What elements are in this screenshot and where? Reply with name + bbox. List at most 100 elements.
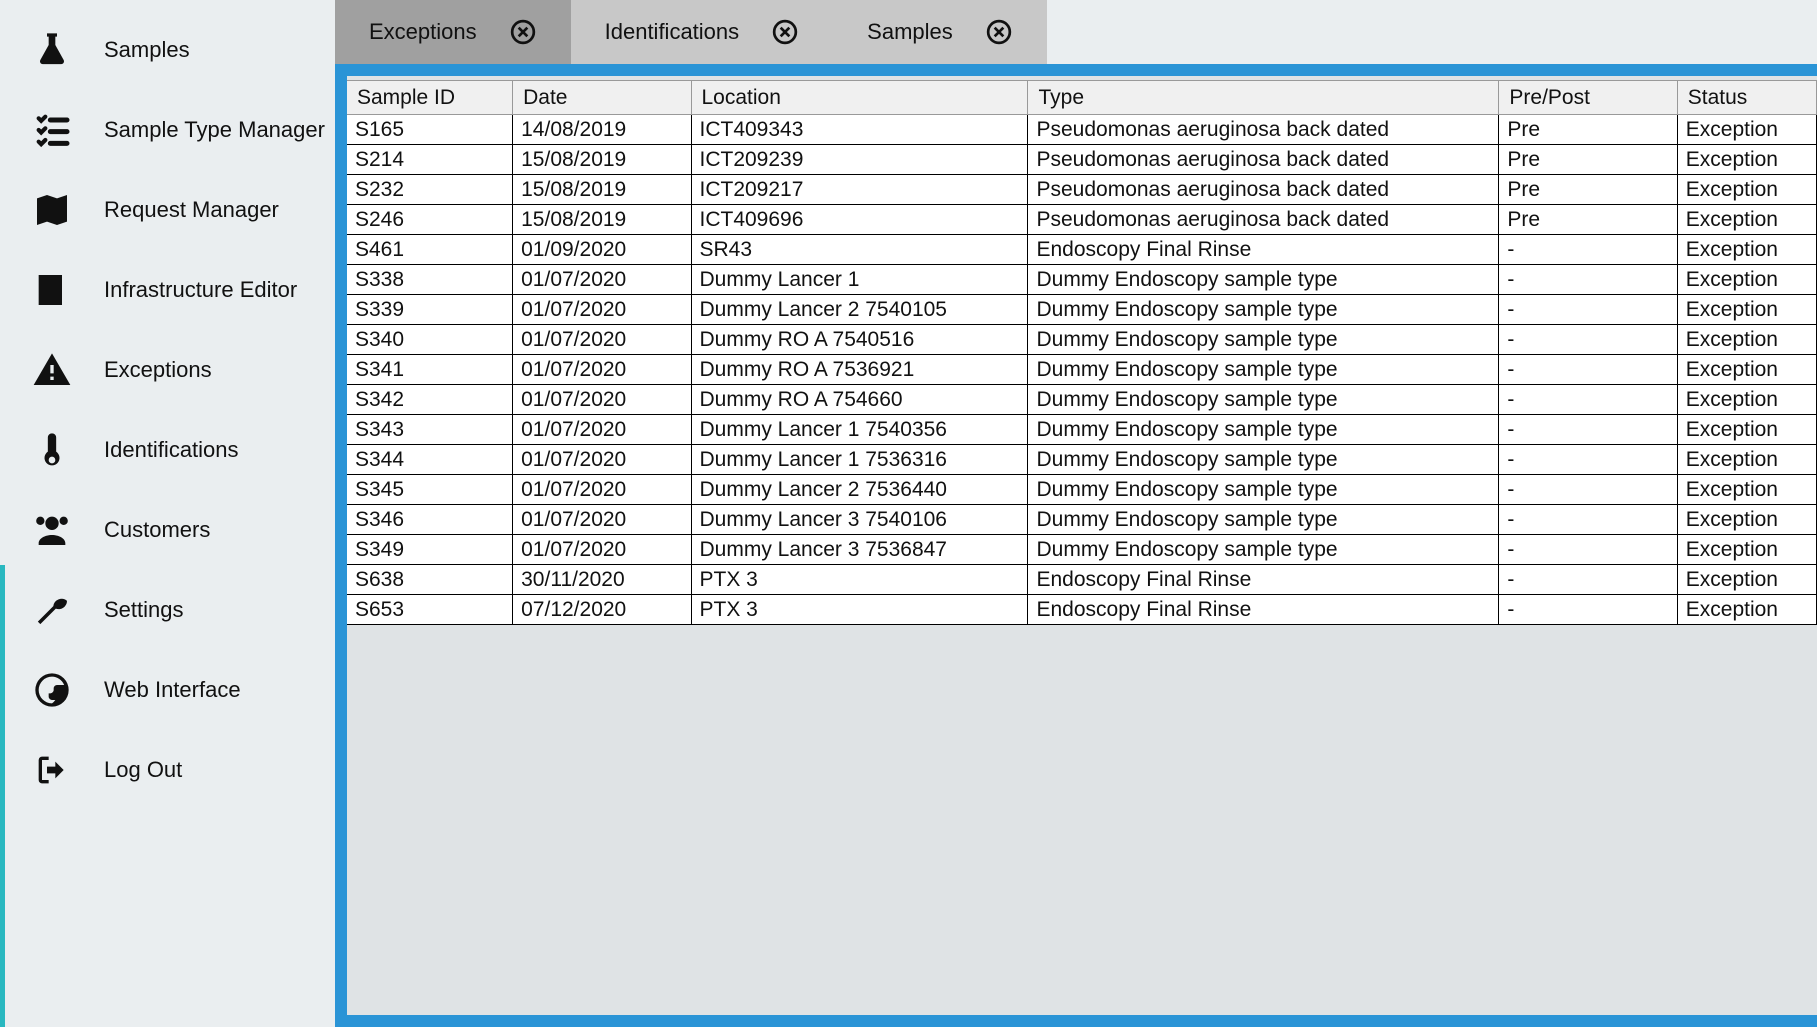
table-row[interactable]: S34201/07/2020Dummy RO A 754660Dummy End… xyxy=(347,385,1817,415)
alert-icon xyxy=(28,350,76,390)
table-row[interactable]: S34101/07/2020Dummy RO A 7536921Dummy En… xyxy=(347,355,1817,385)
cell: Pre xyxy=(1499,205,1677,235)
cell: 07/12/2020 xyxy=(513,595,691,625)
table-row[interactable]: S65307/12/2020PTX 3Endoscopy Final Rinse… xyxy=(347,595,1817,625)
sidebar-item-exceptions[interactable]: Exceptions xyxy=(0,330,335,410)
table-row[interactable]: S34501/07/2020Dummy Lancer 2 7536440Dumm… xyxy=(347,475,1817,505)
cell: S214 xyxy=(347,145,513,175)
tab-close-button[interactable] xyxy=(771,18,799,46)
table-row[interactable]: S63830/11/2020PTX 3Endoscopy Final Rinse… xyxy=(347,565,1817,595)
table-row[interactable]: S16514/08/2019ICT409343Pseudomonas aerug… xyxy=(347,115,1817,145)
cell: Exception xyxy=(1677,295,1816,325)
cell: Exception xyxy=(1677,415,1816,445)
tab-bar: Exceptions Identifications Samples xyxy=(335,0,1817,64)
sidebar-item-request-manager[interactable]: Request Manager xyxy=(0,170,335,250)
sidebar: Samples Sample Type Manager Request Mana… xyxy=(0,0,335,1027)
cell: S638 xyxy=(347,565,513,595)
cell: - xyxy=(1499,535,1677,565)
cell: Pre xyxy=(1499,115,1677,145)
cell: 01/07/2020 xyxy=(513,445,691,475)
cell: Exception xyxy=(1677,325,1816,355)
col-date[interactable]: Date xyxy=(513,81,691,115)
sidebar-accent xyxy=(0,0,5,1027)
content-frame: Sample ID Date Location Type Pre/Post St… xyxy=(335,64,1817,1027)
cell: Exception xyxy=(1677,265,1816,295)
cell: Dummy Endoscopy sample type xyxy=(1028,265,1499,295)
sidebar-item-identifications[interactable]: Identifications xyxy=(0,410,335,490)
sidebar-item-sample-type-manager[interactable]: Sample Type Manager xyxy=(0,90,335,170)
cell: S346 xyxy=(347,505,513,535)
col-sample-id[interactable]: Sample ID xyxy=(347,81,513,115)
cell: SR43 xyxy=(691,235,1028,265)
cell: Dummy Endoscopy sample type xyxy=(1028,385,1499,415)
tab-samples[interactable]: Samples xyxy=(833,0,1047,64)
col-status[interactable]: Status xyxy=(1677,81,1816,115)
tab-identifications[interactable]: Identifications xyxy=(571,0,834,64)
cell: Dummy Endoscopy sample type xyxy=(1028,535,1499,565)
table-row[interactable]: S24615/08/2019ICT409696Pseudomonas aerug… xyxy=(347,205,1817,235)
table-row[interactable]: S34401/07/2020Dummy Lancer 1 7536316Dumm… xyxy=(347,445,1817,475)
cell: Dummy Lancer 1 7536316 xyxy=(691,445,1028,475)
tab-close-button[interactable] xyxy=(509,18,537,46)
tab-exceptions[interactable]: Exceptions xyxy=(335,0,571,64)
exceptions-table[interactable]: Sample ID Date Location Type Pre/Post St… xyxy=(347,80,1817,625)
cell: ICT409696 xyxy=(691,205,1028,235)
cell: Exception xyxy=(1677,355,1816,385)
close-icon xyxy=(986,19,1012,45)
cell: Exception xyxy=(1677,385,1816,415)
users-icon xyxy=(28,510,76,550)
table-row[interactable]: S21415/08/2019ICT209239Pseudomonas aerug… xyxy=(347,145,1817,175)
sidebar-item-label: Infrastructure Editor xyxy=(104,277,297,303)
cell: 30/11/2020 xyxy=(513,565,691,595)
cell: S246 xyxy=(347,205,513,235)
sidebar-item-infrastructure-editor[interactable]: Infrastructure Editor xyxy=(0,250,335,330)
building-icon xyxy=(28,270,76,310)
table-row[interactable]: S23215/08/2019ICT209217Pseudomonas aerug… xyxy=(347,175,1817,205)
cell: ICT409343 xyxy=(691,115,1028,145)
wrench-icon xyxy=(28,590,76,630)
cell: S461 xyxy=(347,235,513,265)
table-row[interactable]: S46101/09/2020SR43Endoscopy Final Rinse-… xyxy=(347,235,1817,265)
cell: 01/07/2020 xyxy=(513,505,691,535)
table-row[interactable]: S33801/07/2020Dummy Lancer 1Dummy Endosc… xyxy=(347,265,1817,295)
cell: - xyxy=(1499,415,1677,445)
cell: Dummy RO A 7540516 xyxy=(691,325,1028,355)
cell: Dummy Endoscopy sample type xyxy=(1028,475,1499,505)
sidebar-item-web-interface[interactable]: Web Interface xyxy=(0,650,335,730)
cell: Dummy RO A 7536921 xyxy=(691,355,1028,385)
table-row[interactable]: S33901/07/2020Dummy Lancer 2 7540105Dumm… xyxy=(347,295,1817,325)
cell: - xyxy=(1499,505,1677,535)
cell: S345 xyxy=(347,475,513,505)
col-pre-post[interactable]: Pre/Post xyxy=(1499,81,1677,115)
cell: Exception xyxy=(1677,145,1816,175)
sidebar-item-label: Sample Type Manager xyxy=(104,117,325,143)
cell: Exception xyxy=(1677,565,1816,595)
table-row[interactable]: S34301/07/2020Dummy Lancer 1 7540356Dumm… xyxy=(347,415,1817,445)
sidebar-item-samples[interactable]: Samples xyxy=(0,10,335,90)
table-row[interactable]: S34001/07/2020Dummy RO A 7540516Dummy En… xyxy=(347,325,1817,355)
table-row[interactable]: S34601/07/2020Dummy Lancer 3 7540106Dumm… xyxy=(347,505,1817,535)
col-location[interactable]: Location xyxy=(691,81,1028,115)
sidebar-item-settings[interactable]: Settings xyxy=(0,570,335,650)
cell: 01/07/2020 xyxy=(513,325,691,355)
sidebar-item-label: Settings xyxy=(104,597,184,623)
cell: Dummy Lancer 3 7536847 xyxy=(691,535,1028,565)
close-icon xyxy=(772,19,798,45)
table-row[interactable]: S34901/07/2020Dummy Lancer 3 7536847Dumm… xyxy=(347,535,1817,565)
cell: ICT209217 xyxy=(691,175,1028,205)
cell: - xyxy=(1499,385,1677,415)
cell: Pre xyxy=(1499,145,1677,175)
cell: 15/08/2019 xyxy=(513,175,691,205)
cell: Dummy Endoscopy sample type xyxy=(1028,355,1499,385)
map-icon xyxy=(28,190,76,230)
col-type[interactable]: Type xyxy=(1028,81,1499,115)
tab-close-button[interactable] xyxy=(985,18,1013,46)
cell: S349 xyxy=(347,535,513,565)
sidebar-item-customers[interactable]: Customers xyxy=(0,490,335,570)
cell: Exception xyxy=(1677,595,1816,625)
sidebar-item-log-out[interactable]: Log Out xyxy=(0,730,335,810)
sidebar-item-label: Log Out xyxy=(104,757,182,783)
sidebar-item-label: Identifications xyxy=(104,437,239,463)
cell: Dummy Lancer 3 7540106 xyxy=(691,505,1028,535)
cell: 01/07/2020 xyxy=(513,535,691,565)
